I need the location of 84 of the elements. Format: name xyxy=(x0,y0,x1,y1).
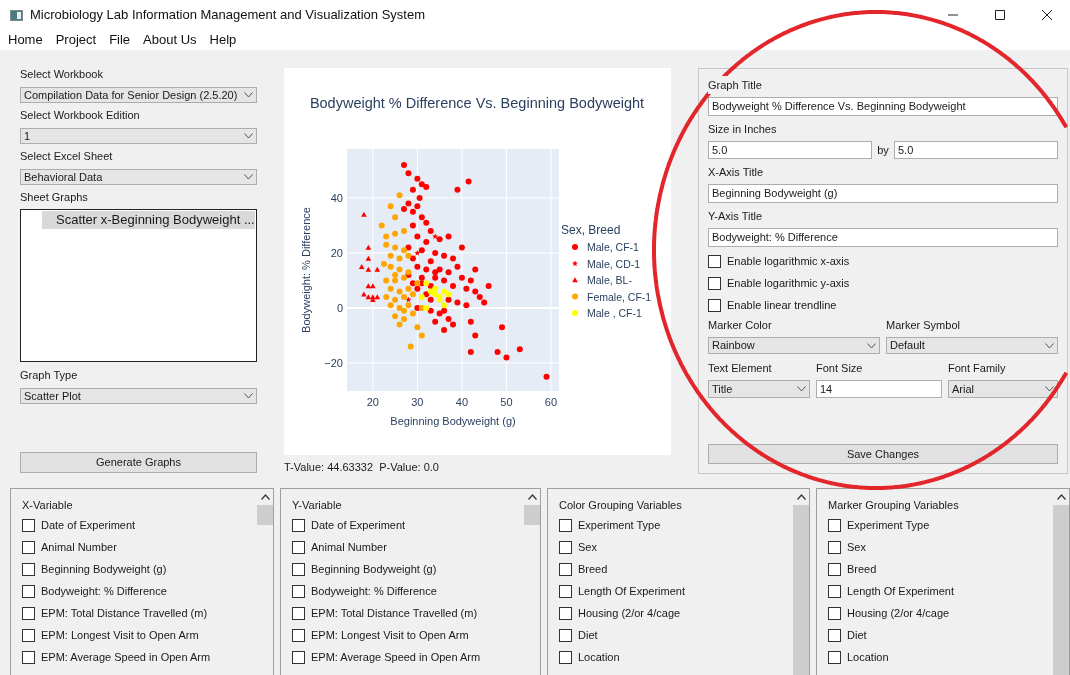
legend-label: Male , CF-1 xyxy=(587,307,642,319)
checkbox-label: Housing (2/or 4/cage xyxy=(847,605,950,621)
checkbox-label: Breed xyxy=(578,561,608,577)
checkbox-label: Bodyweight: % Difference xyxy=(311,583,437,599)
checkbox-label: EPM: Total Distance Travelled (m) xyxy=(41,605,208,621)
menu-item[interactable]: Project xyxy=(55,30,97,50)
tick-label: −20 xyxy=(324,356,343,369)
checkbox-label: Diet xyxy=(578,627,598,643)
checkbox-label: EPM: Total Distance Travelled (m) xyxy=(311,605,478,621)
list-title: Y-Variable xyxy=(292,498,343,513)
checkbox-label: Animal Number xyxy=(41,539,117,555)
checkbox-label: Sex xyxy=(578,539,597,555)
legend-label: Male, CD-1 xyxy=(587,257,641,270)
save-changes-button[interactable]: Save Changes xyxy=(708,444,1058,464)
dropdown[interactable]: Default xyxy=(886,337,1058,354)
list-title: Marker Grouping Variables xyxy=(828,498,960,513)
checkbox-label: Animal Number xyxy=(311,539,387,555)
checkbox-label: EPM: Longest Visit to Open Arm xyxy=(41,627,199,643)
tick-label: 50 xyxy=(500,396,513,408)
statistics-text: T-Value: 44.63332 P-Value: 0.0 xyxy=(284,460,440,474)
field-label: Select Workbook xyxy=(20,67,104,82)
tick-label: 60 xyxy=(544,396,558,408)
menu-item[interactable]: About Us xyxy=(143,30,197,50)
legend-title: Sex, Breed xyxy=(561,223,621,237)
checkbox-label: Bodyweight: % Difference xyxy=(41,583,167,599)
menu-item[interactable]: Home xyxy=(8,30,43,50)
legend-label: Male, CF-1 xyxy=(587,241,639,253)
chart-title: Bodyweight % Difference Vs. Beginning Bodyweight xyxy=(309,95,645,111)
checkbox-label: Length Of Experiment xyxy=(578,583,685,599)
dropdown[interactable]: Scatter Plot xyxy=(20,388,257,404)
checkbox-label: EPM: Average Speed in Open Arm xyxy=(311,649,481,665)
input-field[interactable]: Beginning Bodyweight (g) xyxy=(708,184,1058,203)
checkbox-label: Experiment Type xyxy=(847,517,930,533)
tick-label: 30 xyxy=(411,396,424,408)
dropdown[interactable]: Compilation Data for Senior Design (2.5.20) xyxy=(20,87,257,103)
input-field[interactable]: 14 xyxy=(816,380,942,398)
checkbox-label: Enable logarithmic y-axis xyxy=(727,275,850,291)
checkbox-label: Date of Experiment xyxy=(311,517,406,533)
checkbox-label: Location xyxy=(847,649,889,665)
field-label: Select Excel Sheet xyxy=(20,149,114,164)
generate-graphs-button[interactable]: Generate Graphs xyxy=(20,452,257,473)
legend-label: Male, BL- xyxy=(587,274,632,286)
dropdown[interactable]: Behavioral Data xyxy=(20,169,257,185)
menu-item[interactable]: Help xyxy=(209,30,237,50)
legend-label: Female, CF-1 xyxy=(587,290,652,303)
list-title: X-Variable xyxy=(22,498,74,513)
dropdown[interactable]: Arial xyxy=(948,380,1058,398)
checkbox-label: Enable linear trendline xyxy=(727,297,837,313)
dropdown[interactable]: 1 xyxy=(20,128,257,144)
field-label: Graph Title xyxy=(708,76,762,94)
axis-title: Beginning Bodyweight (g) xyxy=(390,415,516,427)
list-item[interactable]: Scatter x-Beginning Bodyweight ... xyxy=(42,211,255,229)
checkbox-label: Sex xyxy=(847,539,866,555)
tick-label: 0 xyxy=(336,301,343,314)
menu-item[interactable]: File xyxy=(109,30,131,50)
input-field[interactable]: 5.0 xyxy=(894,141,1058,159)
dropdown[interactable]: Rainbow xyxy=(708,337,880,354)
checkbox-label: Beginning Bodyweight (g) xyxy=(311,561,437,577)
window-title: Microbiology Lab Information Management and Visualization System xyxy=(30,6,426,25)
dropdown[interactable]: Title xyxy=(708,380,810,398)
size-separator: by xyxy=(876,142,890,158)
input-field[interactable]: Bodyweight % Difference Vs. Beginning Bodyweight xyxy=(708,97,1058,116)
checkbox-label: Experiment Type xyxy=(578,517,661,533)
input-field[interactable]: 5.0 xyxy=(708,141,872,159)
list-title: Color Grouping Variables xyxy=(559,498,683,513)
field-label: Sheet Graphs xyxy=(20,190,89,205)
checkbox-label: Diet xyxy=(847,627,867,643)
tick-label: 20 xyxy=(366,396,379,408)
field-label: Select Workbook Edition xyxy=(20,108,141,123)
checkbox-label: Beginning Bodyweight (g) xyxy=(41,561,167,577)
checkbox-label: Length Of Experiment xyxy=(847,583,954,599)
checkbox-label: EPM: Longest Visit to Open Arm xyxy=(311,627,469,643)
checkbox-label: Location xyxy=(578,649,620,665)
axis-title: Bodyweight: % Difference xyxy=(300,207,312,333)
checkbox-label: Enable logarithmic x-axis xyxy=(727,253,850,269)
checkbox-label: Date of Experiment xyxy=(41,517,136,533)
checkbox-label: Breed xyxy=(847,561,877,577)
input-field[interactable]: Bodyweight: % Difference xyxy=(708,228,1058,247)
checkbox-label: EPM: Average Speed in Open Arm xyxy=(41,649,211,665)
tick-label: 40 xyxy=(455,396,469,408)
tick-label: 20 xyxy=(330,246,343,259)
field-label: Graph Type xyxy=(20,368,79,383)
checkbox-label: Housing (2/or 4/cage xyxy=(578,605,681,621)
tick-label: 40 xyxy=(330,191,343,204)
